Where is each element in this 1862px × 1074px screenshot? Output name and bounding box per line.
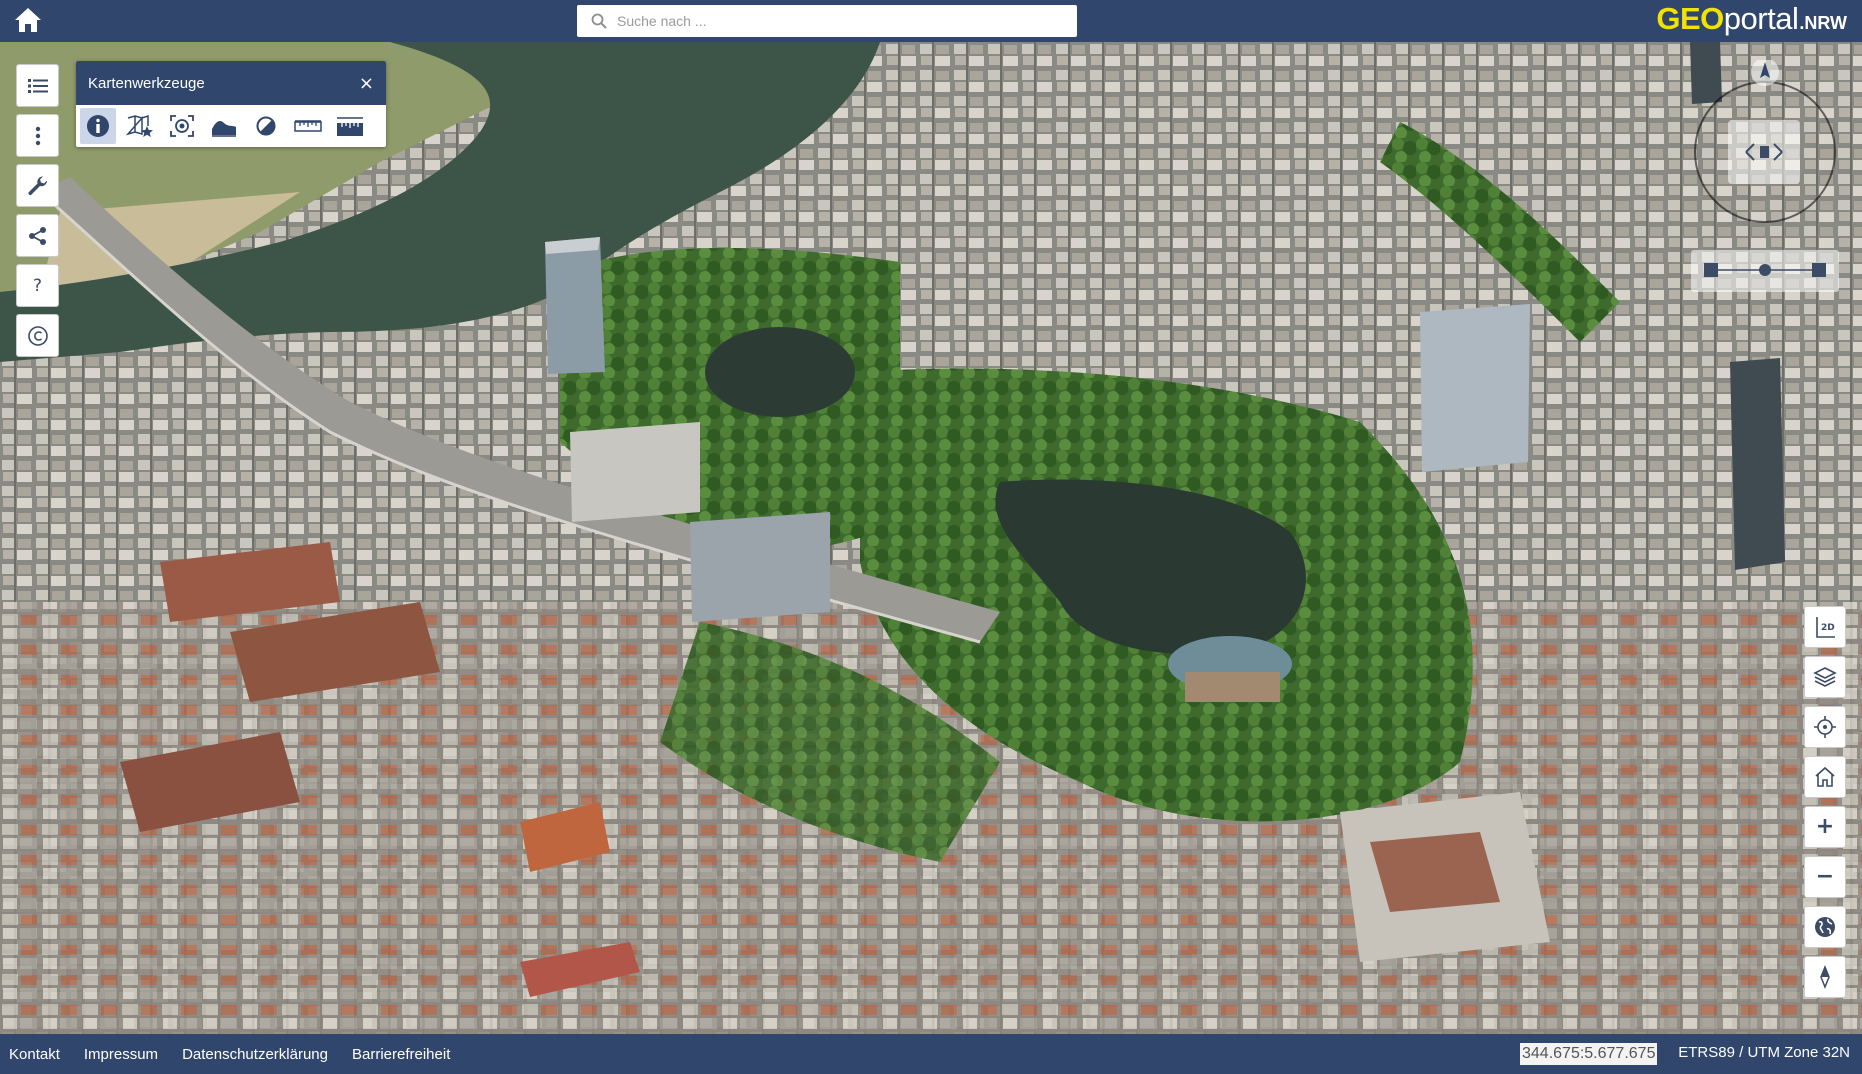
globe-icon	[1815, 917, 1835, 937]
compass-needle-icon	[1820, 965, 1830, 989]
view-2d-label: 2D	[1821, 623, 1835, 633]
height-ruler-icon	[337, 117, 363, 136]
wrench-icon	[27, 175, 47, 195]
help-button[interactable]: ?	[16, 264, 59, 307]
viewshed-tool-button[interactable]	[164, 108, 200, 144]
map-tools-row	[76, 105, 386, 147]
right-toolbar: 2D + −	[1804, 606, 1846, 1006]
copyright-button[interactable]	[16, 314, 59, 357]
map-star-icon	[126, 114, 153, 137]
navigation-compass[interactable]	[1690, 58, 1840, 300]
ruler-icon	[294, 120, 322, 132]
map-tools-panel: Kartenwerkzeuge ×	[76, 61, 386, 147]
top-bar: GEO portal .NRW	[0, 0, 1862, 42]
search-icon	[591, 13, 607, 29]
viewshed-icon	[170, 115, 194, 137]
crs-label[interactable]: ETRS89 / UTM Zone 32N	[1678, 1044, 1850, 1061]
height-profile-tool-button[interactable]	[206, 108, 242, 144]
geoportal-logo[interactable]: GEO portal .NRW	[1656, 0, 1847, 42]
map-tools-header: Kartenwerkzeuge ×	[76, 61, 386, 105]
map-tools-title: Kartenwerkzeuge	[88, 74, 205, 92]
layers-button[interactable]	[1804, 656, 1846, 698]
home-outline-icon	[1815, 766, 1835, 787]
list-icon	[27, 78, 48, 93]
tools-button[interactable]	[16, 164, 59, 207]
plus-icon: +	[1815, 814, 1835, 839]
home-button[interactable]	[13, 6, 45, 36]
north-button[interactable]	[1804, 956, 1846, 998]
share-icon	[28, 226, 46, 245]
zoom-out-button[interactable]: −	[1804, 856, 1846, 898]
camera-icon	[1760, 146, 1769, 158]
help-icon: ?	[32, 275, 43, 296]
measure-height-tool-button[interactable]	[332, 108, 368, 144]
tower-left	[545, 237, 605, 374]
logo-nrw: .NRW	[1799, 13, 1847, 33]
add-placemark-tool-button[interactable]	[122, 108, 158, 144]
coordinate-readout: 344.675:5.677.675	[1520, 1043, 1658, 1065]
footer: Kontakt Impressum Datenschutzerklärung B…	[0, 1034, 1862, 1074]
copyright-icon	[27, 325, 48, 346]
left-toolbar: ?	[16, 64, 59, 364]
footer-link-kontakt[interactable]: Kontakt	[9, 1046, 60, 1063]
logo-geo: GEO	[1656, 1, 1724, 36]
tower-dark	[1730, 358, 1785, 570]
terrain-profile-icon	[212, 121, 236, 137]
view-2d-button[interactable]: 2D	[1804, 606, 1846, 648]
measure-distance-tool-button[interactable]	[290, 108, 326, 144]
crosshair-icon	[1814, 716, 1836, 738]
search-field[interactable]	[577, 5, 1077, 37]
info-tool-button[interactable]	[80, 108, 116, 144]
layers-icon	[1813, 667, 1837, 687]
home-icon	[15, 8, 41, 32]
locate-button[interactable]	[1804, 706, 1846, 748]
pond-north	[705, 327, 855, 417]
share-button[interactable]	[16, 214, 59, 257]
more-vertical-icon	[35, 126, 40, 145]
more-menu-button[interactable]	[16, 114, 59, 157]
tower-glass	[1420, 304, 1530, 472]
aerial-map-canvas[interactable]	[0, 42, 1862, 1034]
map-3d-view[interactable]	[0, 42, 1862, 1034]
logo-portal: portal	[1723, 1, 1799, 36]
footer-link-datenschutz[interactable]: Datenschutzerklärung	[182, 1046, 328, 1063]
minus-icon: −	[1815, 864, 1835, 889]
search-input[interactable]	[615, 6, 1077, 36]
zoom-in-button[interactable]: +	[1804, 806, 1846, 848]
home-view-button[interactable]	[1804, 756, 1846, 798]
close-icon[interactable]: ×	[359, 73, 374, 94]
view-2d-icon: 2D	[1816, 617, 1835, 638]
shadow-tool-button[interactable]	[248, 108, 284, 144]
office-block	[690, 512, 830, 622]
layer-list-button[interactable]	[16, 64, 59, 107]
info-icon	[87, 115, 109, 137]
shadow-icon	[256, 116, 276, 136]
footer-link-impressum[interactable]: Impressum	[84, 1046, 158, 1063]
geoportal-app: GEO portal .NRW	[0, 0, 1862, 1074]
globe-button[interactable]	[1804, 906, 1846, 948]
footer-link-barrierefreiheit[interactable]: Barrierefreiheit	[352, 1046, 450, 1063]
